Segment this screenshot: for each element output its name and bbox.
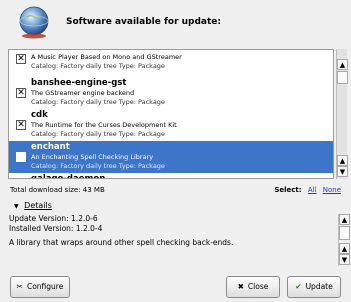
package-catalog: Catalog: Factory daily tree Type: Packag… [31, 130, 165, 138]
package-list-scrollbar[interactable]: ▲ ▲ ▼ [336, 49, 348, 179]
list-item[interactable]: galago-daemon [9, 173, 333, 179]
list-item[interactable]: ✕ A Music Player Based on Mono and GStre… [9, 50, 333, 77]
package-catalog: Catalog: Factory daily tree Type: Packag… [31, 62, 165, 70]
update-version: Update Version: 1.2.0-6 [9, 214, 98, 223]
close-icon: ✖ [237, 282, 244, 291]
close-button[interactable]: ✖ Close [226, 276, 280, 298]
package-name: galago-daemon [31, 174, 106, 179]
list-item[interactable]: ✕ cdk The Runtime for the Curses Develop… [9, 109, 333, 141]
scrollbar-thumb[interactable] [339, 226, 350, 240]
select-all-link[interactable]: All [308, 186, 317, 194]
scroll-down-arrow-icon[interactable]: ▼ [339, 254, 350, 265]
configure-button-label: Configure [26, 282, 64, 291]
scroll-up-arrow-icon[interactable]: ▲ [339, 243, 350, 254]
select-controls: Select: All None [274, 186, 341, 194]
package-description: The GStreamer engine backend [31, 89, 135, 97]
package-catalog: Catalog: Factory daily tree Type: Packag… [31, 162, 165, 170]
checkmark-icon: ✔ [295, 282, 302, 291]
package-details-description: A library that wraps around other spell … [9, 238, 234, 247]
select-none-link[interactable]: None [323, 186, 341, 194]
package-checkbox[interactable]: ✕ [16, 88, 26, 98]
list-item[interactable]: ✕ banshee-engine-gst The GStreamer engin… [9, 77, 333, 109]
package-name: cdk [31, 110, 48, 120]
package-description: The Runtime for the Curses Development K… [31, 121, 177, 129]
tools-icon: ✂ [16, 282, 23, 291]
package-description: A Music Player Based on Mono and GStream… [31, 53, 182, 61]
globe-update-icon [19, 6, 49, 39]
package-description: An Enchanting Spell Checking Library [31, 153, 154, 161]
scroll-down-arrow-icon[interactable]: ▼ [337, 166, 348, 177]
package-checkbox[interactable]: ✕ [16, 120, 26, 130]
package-name: enchant [31, 142, 70, 152]
details-toggle-label: Details [24, 201, 52, 210]
list-item-selected[interactable]: ✕ enchant An Enchanting Spell Checking L… [9, 141, 333, 173]
dialog-header: Software available for update: [0, 0, 351, 46]
dialog-title: Software available for update: [66, 17, 222, 27]
expander-triangle-icon: ▼ [14, 203, 19, 210]
close-button-label: Close [247, 282, 269, 291]
scroll-up-arrow-icon[interactable]: ▲ [339, 214, 350, 225]
package-catalog: Catalog: Factory daily tree Type: Packag… [31, 98, 165, 106]
package-checkbox[interactable]: ✕ [16, 54, 26, 64]
update-button-label: Update [305, 282, 333, 291]
scrollbar-thumb[interactable] [337, 71, 348, 84]
details-scrollbar[interactable]: ▲ ▲ ▼ [338, 214, 350, 266]
scroll-up-arrow-icon[interactable]: ▲ [337, 59, 348, 70]
details-pane: Update Version: 1.2.0-6 Installed Versio… [0, 214, 351, 264]
details-toggle[interactable]: ▼ Details [14, 201, 52, 210]
select-label: Select: [274, 186, 302, 194]
package-name: banshee-engine-gst [31, 78, 127, 88]
configure-button[interactable]: ✂ Configure [10, 276, 70, 298]
update-button[interactable]: ✔ Update [287, 276, 341, 298]
package-checkbox[interactable]: ✕ [16, 152, 26, 162]
package-list[interactable]: ✕ A Music Player Based on Mono and GStre… [8, 49, 334, 179]
scroll-up-arrow-icon[interactable]: ▲ [337, 155, 348, 166]
download-size-label: Total download size: 43 MB [10, 186, 105, 194]
installed-version: Installed Version: 1.2.0-4 [9, 224, 103, 233]
